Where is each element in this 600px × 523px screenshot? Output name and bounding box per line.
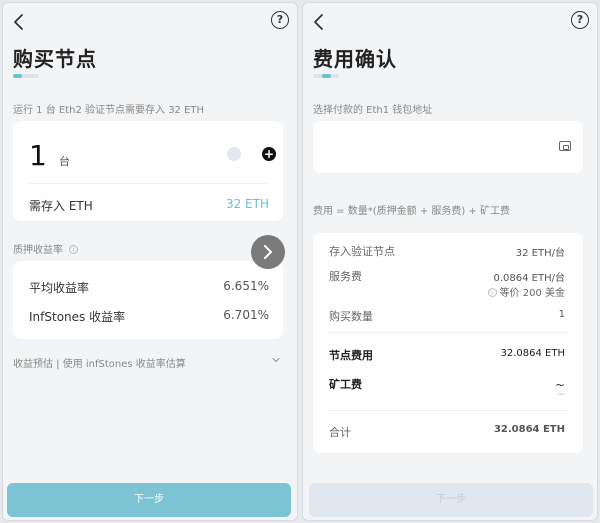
total-label: 合计 <box>329 426 351 439</box>
service-fee-value: 0.0864 ETH/台 <box>493 273 565 284</box>
miner-fee-value: ~ <box>554 378 565 392</box>
miner-fee-secondary: ~ <box>557 390 565 400</box>
back-arrow-icon[interactable] <box>309 11 329 33</box>
quantity-card: 1 台 + 需存入 ETH 32 ETH <box>13 121 283 221</box>
page-title: 费用确认 <box>313 47 397 71</box>
next-screen-arrow-button[interactable] <box>251 235 285 269</box>
info-icon[interactable]: i <box>69 245 78 254</box>
infstones-rate-value: 6.701% <box>223 308 269 322</box>
help-icon[interactable]: ? <box>271 11 289 29</box>
next-button-disabled[interactable]: 下一步 <box>309 483 593 517</box>
fee-confirm-screen: ? 费用确认 选择付款的 Eth1 钱包地址 费用 = 数量*(质押金额 + 服… <box>302 2 598 521</box>
back-arrow-icon[interactable] <box>9 11 29 33</box>
deposit-node-value: 32 ETH/台 <box>515 248 565 259</box>
infstones-rate-label: InfStones 收益率 <box>29 310 126 324</box>
service-fee-label: 服务费 <box>329 270 362 283</box>
service-fee-usd: i 等价 200 美金 <box>487 284 565 299</box>
step-indicator <box>13 74 39 78</box>
staking-rate-label: 质押收益率 <box>13 245 63 256</box>
step-indicator <box>313 74 339 78</box>
node-fee-value: 32.0864 ETH <box>500 348 565 359</box>
quantity-unit: 台 <box>59 155 70 168</box>
staking-rate-section: 质押收益率 i <box>13 241 78 256</box>
chevron-right-icon <box>264 245 272 259</box>
buy-node-screen: ? 购买节点 运行 1 台 Eth2 验证节点需要存入 32 ETH 1 台 +… <box>2 2 298 521</box>
node-requirement-text: 运行 1 台 Eth2 验证节点需要存入 32 ETH <box>13 105 205 116</box>
deposit-label: 需存入 ETH <box>29 199 93 213</box>
earnings-estimate-label: 收益预估 | 使用 infStones 收益率估算 <box>13 359 186 370</box>
app-stage: ? 购买节点 运行 1 台 Eth2 验证节点需要存入 32 ETH 1 台 +… <box>0 0 600 523</box>
purchase-count-value: 1 <box>558 309 565 320</box>
deposit-value: 32 ETH <box>225 197 269 211</box>
fee-formula: 费用 = 数量*(质押金额 + 服务费) + 矿工费 <box>313 206 511 217</box>
info-icon[interactable]: i <box>487 288 497 297</box>
total-value: 32.0864 ETH <box>493 424 565 435</box>
service-fee-usd-text: 等价 200 美金 <box>499 288 565 299</box>
wallet-address-label: 选择付款的 Eth1 钱包地址 <box>313 105 433 116</box>
miner-fee-label: 矿工费 <box>329 378 362 391</box>
plus-button[interactable]: + <box>262 147 276 161</box>
staking-rate-card: 平均收益率 6.651% InfStones 收益率 6.701% <box>13 261 283 339</box>
divider <box>329 410 567 411</box>
fee-summary-card: 存入验证节点 32 ETH/台 服务费 0.0864 ETH/台 i 等价 200… <box>313 233 583 453</box>
avg-rate-value: 6.651% <box>223 279 269 293</box>
earnings-estimate-toggle[interactable]: 收益预估 | 使用 infStones 收益率估算 <box>13 355 283 370</box>
next-button[interactable]: 下一步 <box>7 483 291 517</box>
help-icon[interactable]: ? <box>571 11 589 29</box>
purchase-count-label: 购买数量 <box>329 310 373 323</box>
wallet-address-field[interactable] <box>313 121 583 173</box>
quantity-value: 1 <box>29 139 47 172</box>
wallet-icon[interactable] <box>559 141 571 151</box>
page-title: 购买节点 <box>13 47 97 71</box>
avg-rate-label: 平均收益率 <box>29 281 90 295</box>
minus-button[interactable] <box>227 147 241 161</box>
deposit-node-label: 存入验证节点 <box>329 245 395 258</box>
divider <box>329 332 567 333</box>
node-fee-label: 节点费用 <box>329 349 373 362</box>
divider <box>29 183 267 184</box>
chevron-down-icon <box>272 357 280 363</box>
